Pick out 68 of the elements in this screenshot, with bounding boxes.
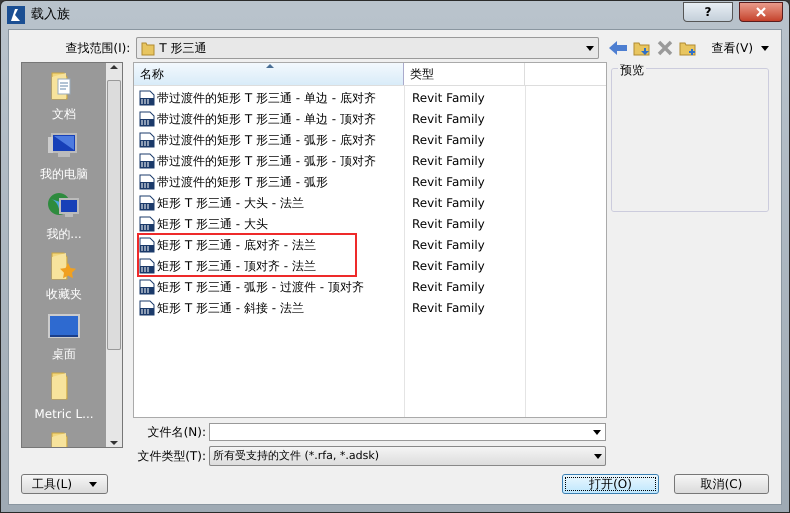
close-icon: [756, 7, 766, 17]
dropdown-arrow-icon: [586, 46, 594, 50]
dropdown-arrow-icon: [593, 430, 601, 434]
rfa-file-icon: [139, 278, 155, 294]
look-in-dropdown[interactable]: T 形三通: [136, 37, 600, 59]
rfa-file-icon: [139, 90, 155, 106]
open-button[interactable]: 打开(O): [562, 474, 659, 494]
scrollbar[interactable]: [106, 63, 122, 447]
file-name-cell[interactable]: 矩形 T 形三通 - 斜接 - 法兰: [157, 298, 304, 316]
rfa-file-icon: [139, 174, 155, 190]
rfa-file-icon: [139, 216, 155, 232]
dropdown-arrow-icon: [89, 482, 97, 486]
file-type-cell-text: Revit Family: [411, 110, 485, 128]
rfa-file-icon: [139, 132, 155, 148]
file-type-cell-text: Revit Family: [411, 300, 485, 316]
preview-label: 预览: [618, 61, 646, 79]
tools-button[interactable]: 工具(L): [21, 474, 108, 494]
file-type-value: 所有受支持的文件 (*.rfa, *.adsk): [213, 448, 380, 464]
file-name-cell[interactable]: 矩形 T 形三通 - 顶对齐 - 法兰: [157, 256, 316, 274]
file-type-cell-text: Revit Family: [411, 90, 485, 106]
help-button[interactable]: ?: [683, 2, 733, 22]
look-in-value: T 形三通: [159, 40, 208, 57]
folder-up-icon[interactable]: [633, 40, 652, 56]
new-folder-icon[interactable]: [679, 40, 698, 56]
file-type-cell-text: Revit Family: [411, 194, 485, 212]
file-type-cell-text: Revit Family: [411, 216, 485, 232]
rfa-file-icon: [139, 152, 155, 168]
rfa-file-icon: [139, 300, 155, 316]
cancel-button[interactable]: 取消(C): [674, 474, 769, 494]
scroll-thumb[interactable]: [107, 80, 121, 350]
file-name-cell[interactable]: 带过渡件的矩形 T 形三通 - 单边 - 底对齐: [157, 88, 376, 106]
file-type-cell-text: Revit Family: [411, 278, 485, 296]
file-name-cell[interactable]: 带过渡件的矩形 T 形三通 - 弧形 - 顶对齐: [157, 152, 376, 170]
scroll-down-icon: [110, 441, 118, 445]
file-name-cell[interactable]: 带过渡件的矩形 T 形三通 - 弧形: [157, 172, 328, 190]
folder-icon: [141, 40, 156, 56]
file-type-cell-text: Revit Family: [411, 258, 485, 274]
delete-icon[interactable]: [657, 40, 674, 56]
app-logo-icon: [7, 6, 25, 24]
file-type-cell-text: Revit Family: [411, 174, 485, 190]
view-menu-button[interactable]: 查看(V): [711, 39, 769, 57]
file-name-cell[interactable]: 矩形 T 形三通 - 底对齐 - 法兰: [157, 236, 316, 254]
rfa-file-icon: [139, 110, 155, 126]
scroll-up-icon: [110, 65, 118, 69]
file-name-cell[interactable]: 矩形 T 形三通 - 大头: [157, 214, 268, 232]
dropdown-arrow-icon: [594, 454, 602, 458]
file-name-cell[interactable]: 矩形 T 形三通 - 大头 - 法兰: [157, 194, 304, 212]
file-name-cell[interactable]: 带过渡件的矩形 T 形三通 - 弧形 - 底对齐: [157, 130, 376, 148]
look-in-label: 查找范围(I):: [64, 40, 132, 57]
dropdown-arrow-icon: [761, 46, 769, 50]
rfa-file-icon: [139, 236, 155, 252]
file-type-dropdown[interactable]: 所有受支持的文件 (*.rfa, *.adsk): [209, 446, 606, 466]
file-name-field[interactable]: [209, 423, 606, 441]
file-name-cell[interactable]: 矩形 T 形三通 - 弧形 - 过渡件 - 顶对齐: [157, 278, 364, 296]
window-title: 载入族: [31, 6, 70, 24]
sort-arrow-icon: [266, 64, 274, 68]
back-arrow-icon[interactable]: [609, 41, 628, 55]
rfa-file-icon: [139, 194, 155, 210]
file-type-cell-text: Revit Family: [411, 236, 485, 254]
close-button[interactable]: [739, 2, 783, 22]
file-name-cell[interactable]: 带过渡件的矩形 T 形三通 - 单边 - 顶对齐: [157, 110, 376, 128]
file-type-label: 文件类型(T):: [136, 448, 207, 465]
file-type-cell-text: Revit Family: [411, 132, 485, 148]
column-header[interactable]: 名称: [134, 63, 404, 85]
file-type-cell-text: Revit Family: [411, 152, 485, 170]
file-name-label: 文件名(N):: [146, 424, 207, 441]
rfa-file-icon: [139, 258, 155, 274]
column-header[interactable]: 类型: [404, 63, 525, 85]
